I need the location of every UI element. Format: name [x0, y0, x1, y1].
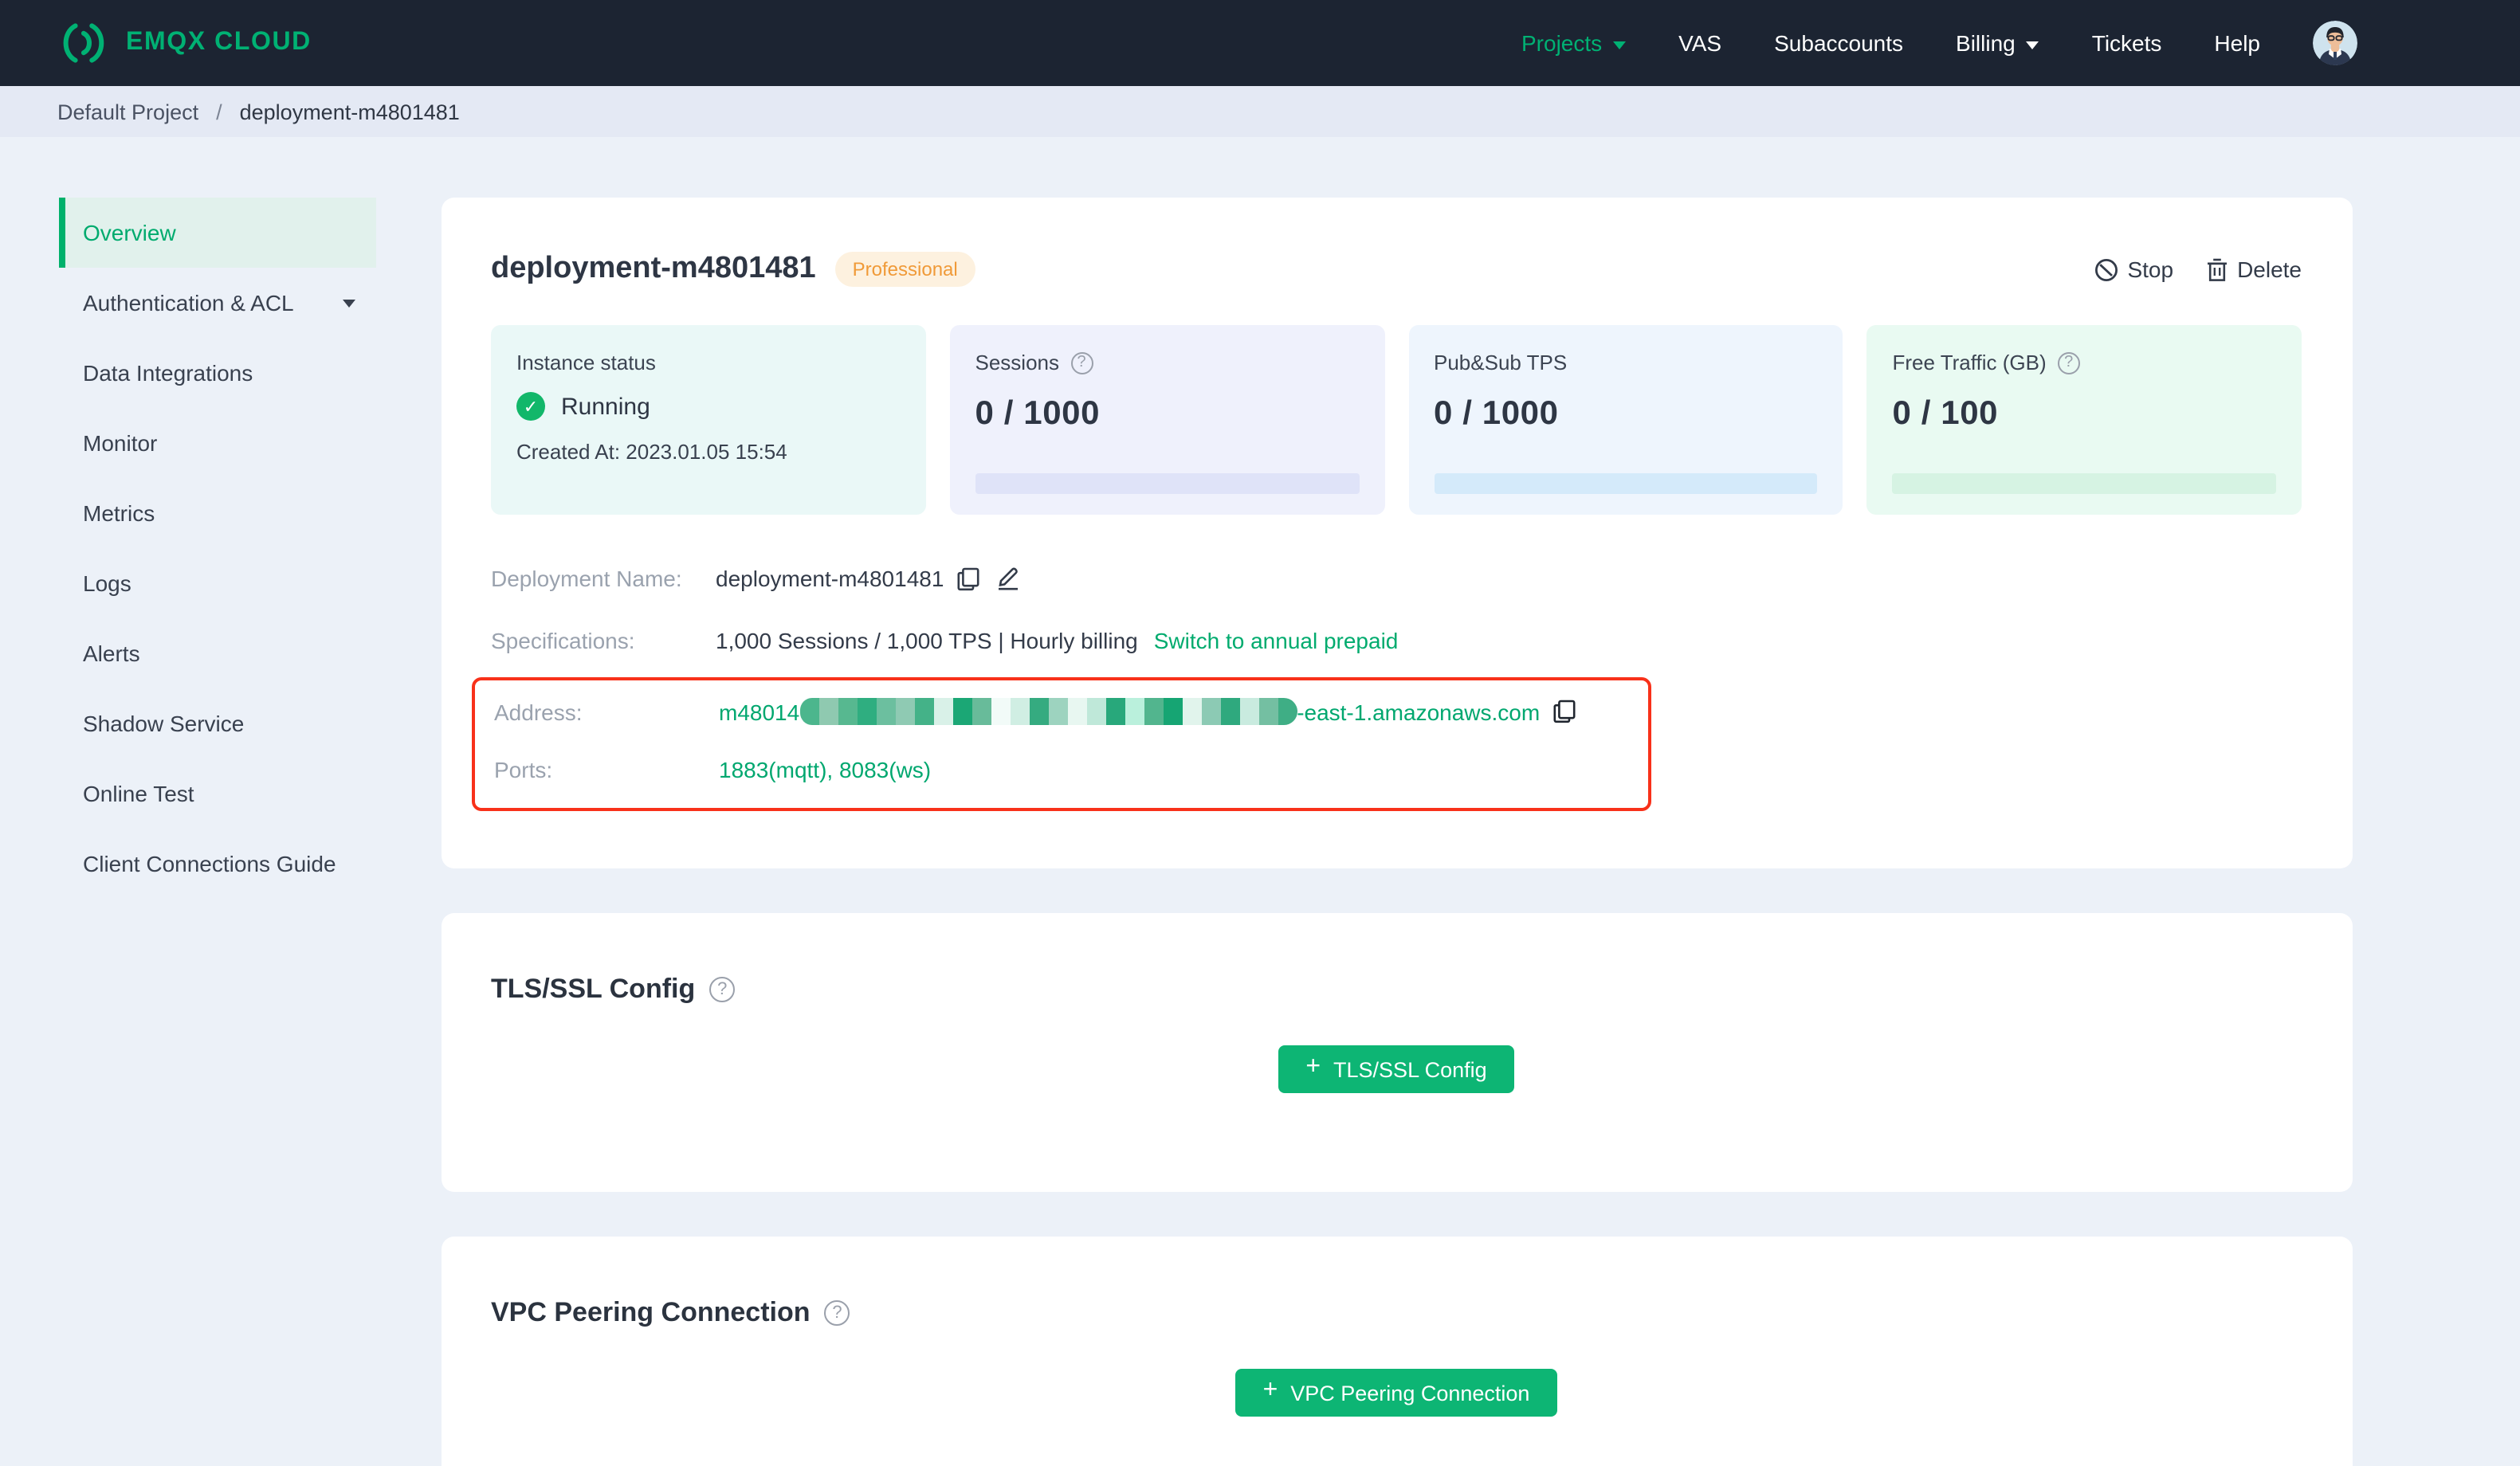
free-traffic-progress-bar — [1892, 473, 2276, 494]
help-icon[interactable] — [1070, 351, 1093, 374]
delete-button[interactable]: Delete — [2205, 257, 2302, 282]
breadcrumb-separator: / — [216, 100, 222, 123]
chevron-down-icon — [2026, 41, 2039, 49]
sidebar-item-authentication-acl[interactable]: Authentication & ACL — [59, 268, 376, 338]
sessions-progress-bar — [975, 473, 1359, 494]
nav-item-help[interactable]: Help — [2214, 30, 2260, 56]
ports-value: 1883(mqtt), 8083(ws) — [719, 757, 932, 782]
address-label: Address: — [494, 699, 583, 724]
pubsub-tps-progress-bar — [1434, 473, 1818, 494]
stat-card-sessions: Sessions 0 / 1000 — [949, 325, 1384, 515]
switch-annual-prepaid-link[interactable]: Switch to annual prepaid — [1154, 628, 1399, 653]
plan-badge: Professional — [834, 252, 975, 287]
status-check-icon — [516, 392, 545, 421]
free-traffic-value: 0 / 100 — [1892, 395, 1999, 432]
tls-section-title: TLS/SSL Config — [491, 974, 696, 1004]
copy-icon[interactable] — [1552, 700, 1576, 723]
specifications-value: 1,000 Sessions / 1,000 TPS | Hourly bill… — [716, 628, 1138, 653]
top-navbar: EMQX CLOUD Projects VAS Subaccounts Bill… — [0, 0, 2520, 86]
sidebar-item-alerts[interactable]: Alerts — [59, 618, 376, 688]
stop-button[interactable]: Stop — [2094, 257, 2173, 282]
deployment-name-row: Deployment Name: deployment-m4801481 — [491, 566, 2302, 591]
trash-icon — [2205, 257, 2228, 281]
breadcrumb-project[interactable]: Default Project — [57, 100, 198, 123]
ports-label: Ports: — [494, 757, 553, 782]
deployment-overview-card: deployment-m4801481 Professional Stop De… — [442, 198, 2353, 868]
sidebar-item-logs[interactable]: Logs — [59, 548, 376, 618]
address-row: Address: m48014 -east-1.amazonaws.com — [494, 698, 1648, 725]
sidebar-item-online-test[interactable]: Online Test — [59, 758, 376, 829]
plus-icon — [1263, 1378, 1278, 1404]
stats-row: Instance status Running Created At: 2023… — [491, 325, 2302, 515]
address-suffix: -east-1.amazonaws.com — [1297, 699, 1541, 724]
plus-icon — [1305, 1055, 1321, 1080]
stat-label: Pub&Sub TPS — [1434, 351, 1568, 374]
add-tls-ssl-config-button[interactable]: TLS/SSL Config — [1278, 1045, 1514, 1093]
stat-label: Instance status — [516, 351, 656, 374]
vpc-peering-card: VPC Peering Connection VPC Peering Conne… — [442, 1237, 2353, 1466]
pubsub-tps-value: 0 / 1000 — [1434, 395, 1559, 432]
stat-label: Sessions — [975, 351, 1060, 374]
sidebar-item-data-integrations[interactable]: Data Integrations — [59, 338, 376, 408]
nav-item-projects[interactable]: Projects — [1521, 30, 1627, 56]
main-content: deployment-m4801481 Professional Stop De… — [442, 198, 2353, 1466]
breadcrumb-current: deployment-m4801481 — [239, 100, 460, 123]
chevron-down-icon — [343, 299, 355, 307]
stat-label: Free Traffic (GB) — [1892, 351, 2047, 374]
stop-icon — [2094, 257, 2118, 281]
created-at-text: Created At: 2023.01.05 15:54 — [516, 440, 787, 464]
page: EMQX CLOUD Projects VAS Subaccounts Bill… — [0, 0, 2520, 1466]
status-text: Running — [561, 393, 650, 420]
add-vpc-peering-button[interactable]: VPC Peering Connection — [1235, 1369, 1557, 1417]
brand-name: EMQX CLOUD — [126, 29, 312, 56]
emqx-logo-icon — [57, 19, 108, 67]
brand-logo[interactable]: EMQX CLOUD — [57, 19, 312, 67]
copy-icon[interactable] — [956, 566, 980, 590]
help-icon[interactable] — [824, 1300, 850, 1326]
address-redacted-mosaic — [799, 698, 1297, 725]
stat-card-free-traffic: Free Traffic (GB) 0 / 100 — [1866, 325, 2302, 515]
nav-item-vas[interactable]: VAS — [1678, 30, 1721, 56]
sidebar-item-metrics[interactable]: Metrics — [59, 478, 376, 548]
help-icon[interactable] — [709, 977, 736, 1002]
deployment-name-value: deployment-m4801481 — [716, 566, 944, 591]
sessions-value: 0 / 1000 — [975, 395, 1101, 432]
nav-item-tickets[interactable]: Tickets — [2092, 30, 2162, 56]
sidebar-item-client-connections-guide[interactable]: Client Connections Guide — [59, 829, 376, 899]
nav-item-billing[interactable]: Billing — [1956, 30, 2039, 56]
specifications-row: Specifications: 1,000 Sessions / 1,000 T… — [491, 628, 2302, 653]
connection-highlight-box: Address: m48014 -east-1.amazonaws.com Po… — [472, 677, 1651, 811]
breadcrumb: Default Project / deployment-m4801481 — [0, 86, 2520, 137]
tls-ssl-card: TLS/SSL Config TLS/SSL Config — [442, 913, 2353, 1192]
sidebar-item-monitor[interactable]: Monitor — [59, 408, 376, 478]
sidebar: Overview Authentication & ACL Data Integ… — [59, 198, 376, 899]
ports-row: Ports: 1883(mqtt), 8083(ws) — [494, 757, 1648, 782]
deployment-name-label: Deployment Name: — [491, 566, 682, 591]
stat-card-instance-status: Instance status Running Created At: 2023… — [491, 325, 926, 515]
sidebar-item-shadow-service[interactable]: Shadow Service — [59, 688, 376, 758]
deployment-title: deployment-m4801481 — [491, 252, 816, 285]
edit-icon[interactable] — [996, 566, 1020, 591]
user-avatar[interactable] — [2313, 21, 2357, 65]
sidebar-item-overview[interactable]: Overview — [59, 198, 376, 268]
stat-card-pubsub-tps: Pub&Sub TPS 0 / 1000 — [1408, 325, 1843, 515]
chevron-down-icon — [1613, 41, 1627, 49]
vpc-section-title: VPC Peering Connection — [491, 1297, 811, 1327]
specifications-label: Specifications: — [491, 628, 635, 653]
address-prefix: m48014 — [719, 699, 800, 724]
top-nav-menu: Projects VAS Subaccounts Billing Tickets… — [1521, 21, 2357, 65]
help-icon[interactable] — [2057, 351, 2080, 374]
nav-item-subaccounts[interactable]: Subaccounts — [1774, 30, 1903, 56]
